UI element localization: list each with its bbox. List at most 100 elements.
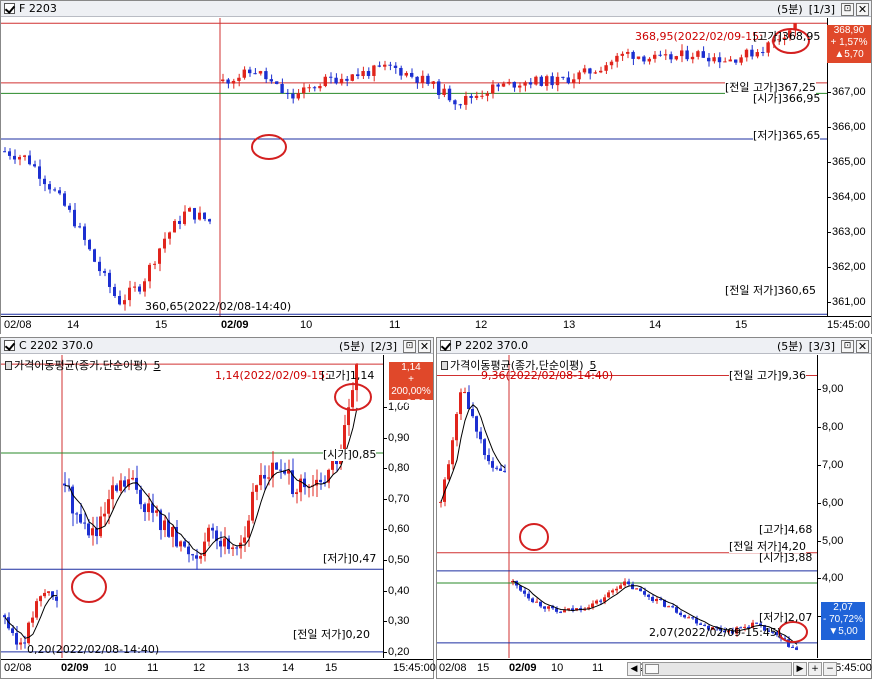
scroll-thumb[interactable]	[645, 664, 659, 674]
put-badge-price: 2,07	[833, 602, 853, 613]
candle-body	[563, 610, 566, 613]
candle-body	[155, 510, 158, 513]
candle-body	[83, 522, 86, 524]
checkbox-icon[interactable]	[4, 3, 15, 14]
candle-body	[43, 592, 46, 597]
candle-body	[173, 221, 176, 233]
call-badge-chg: ▲0,76	[396, 398, 426, 409]
candle-body	[33, 164, 36, 167]
zoom-out-icon[interactable]: −	[823, 662, 837, 676]
candle-body	[199, 556, 202, 559]
close-icon[interactable]: ✕	[856, 339, 869, 353]
call-indicator-legend[interactable]: 가격이동평균(종가,단순이평) 5	[5, 357, 161, 373]
call-candlestick-plot[interactable]	[1, 355, 383, 658]
candle-body	[128, 287, 131, 301]
futures-candlestick-plot[interactable]	[1, 18, 827, 316]
candle-body	[420, 75, 425, 83]
put-time-scrollbar[interactable]: ◀ ▶ + −	[627, 660, 837, 678]
candle-body	[247, 520, 250, 538]
candle-body	[545, 76, 549, 86]
candle-body	[318, 86, 322, 89]
candle-body	[607, 592, 610, 598]
scroll-left-icon[interactable]: ◀	[627, 662, 641, 676]
candle-body	[253, 73, 257, 75]
candle-body	[291, 93, 295, 99]
candle-body	[734, 59, 738, 63]
y-tick-mark	[818, 426, 821, 428]
futures-badge-price: 368,90	[833, 25, 865, 36]
candle-body	[469, 95, 473, 98]
zoom-in-icon[interactable]: +	[808, 662, 822, 676]
candle-body	[138, 286, 141, 292]
y-tick-label: 0,90	[388, 431, 410, 444]
candle-body	[701, 51, 705, 58]
candle-body	[512, 81, 516, 88]
candle-body	[15, 633, 18, 645]
candle-body	[467, 392, 470, 409]
candle-body	[68, 205, 71, 210]
futures-header: F 2203 (5분) [1/3] ⊡ ✕	[1, 1, 871, 17]
x-tick-label: 02/09	[61, 662, 89, 674]
candle-body	[766, 42, 770, 53]
maximize-icon[interactable]: ⊡	[403, 339, 416, 353]
candle-body	[534, 76, 538, 85]
candle-body	[611, 590, 614, 593]
put-period[interactable]: (5분)	[777, 338, 803, 354]
candle-body	[226, 79, 230, 84]
x-tick-label: 02/08	[439, 662, 467, 674]
call-indicator-period[interactable]: 5	[154, 359, 161, 372]
scroll-right-icon[interactable]: ▶	[793, 662, 807, 676]
candle-body	[237, 77, 241, 81]
futures-period[interactable]: (5분)	[777, 1, 803, 17]
y-tick-label: 0,40	[388, 584, 410, 597]
call-badge-price: 1,14	[401, 362, 421, 373]
x-tick-label: 10	[104, 662, 117, 674]
candle-body	[439, 501, 442, 503]
candle-body	[604, 65, 608, 71]
scroll-track[interactable]	[642, 662, 792, 676]
candle-body	[750, 49, 754, 57]
candle-body	[495, 467, 498, 469]
candle-body	[103, 271, 106, 273]
candle-body	[231, 80, 236, 84]
put-high-marker: 9,36(2022/02/08-14:40)	[481, 369, 614, 382]
candle-body	[471, 408, 474, 417]
y-tick-mark	[384, 529, 387, 531]
candle-body	[88, 239, 91, 250]
candle-body	[13, 155, 16, 160]
candle-body	[143, 504, 146, 513]
candle-body	[501, 83, 506, 87]
maximize-icon[interactable]: ⊡	[841, 2, 854, 16]
candle-body	[539, 76, 543, 86]
candle-body	[655, 599, 658, 602]
candle-body	[577, 72, 581, 80]
candle-body	[636, 56, 641, 59]
candle-body	[178, 221, 181, 224]
y-tick-mark	[384, 590, 387, 592]
candle-body	[193, 208, 196, 220]
candle-body	[23, 642, 26, 644]
close-icon[interactable]: ✕	[418, 339, 431, 353]
close-icon[interactable]: ✕	[856, 2, 869, 16]
y-tick-mark	[818, 540, 821, 542]
candle-body	[73, 209, 76, 227]
checkbox-icon[interactable]	[4, 340, 15, 351]
candle-body	[459, 392, 462, 415]
candle-body	[351, 390, 354, 408]
maximize-icon[interactable]: ⊡	[841, 339, 854, 353]
candle-body	[329, 76, 333, 78]
call-period[interactable]: (5분)	[339, 338, 365, 354]
candle-body	[334, 77, 338, 84]
candle-body	[739, 57, 743, 63]
candle-body	[78, 226, 81, 228]
x-tick-label: 15	[155, 319, 168, 331]
candle-body	[43, 178, 46, 185]
checkbox-icon[interactable]	[440, 340, 451, 351]
y-tick-mark	[828, 231, 831, 233]
highlight-circle	[71, 571, 107, 603]
candle-body	[248, 69, 252, 74]
candle-body	[463, 392, 466, 394]
y-tick-mark	[384, 621, 387, 623]
candle-body	[280, 83, 284, 93]
candle-body	[211, 527, 214, 531]
